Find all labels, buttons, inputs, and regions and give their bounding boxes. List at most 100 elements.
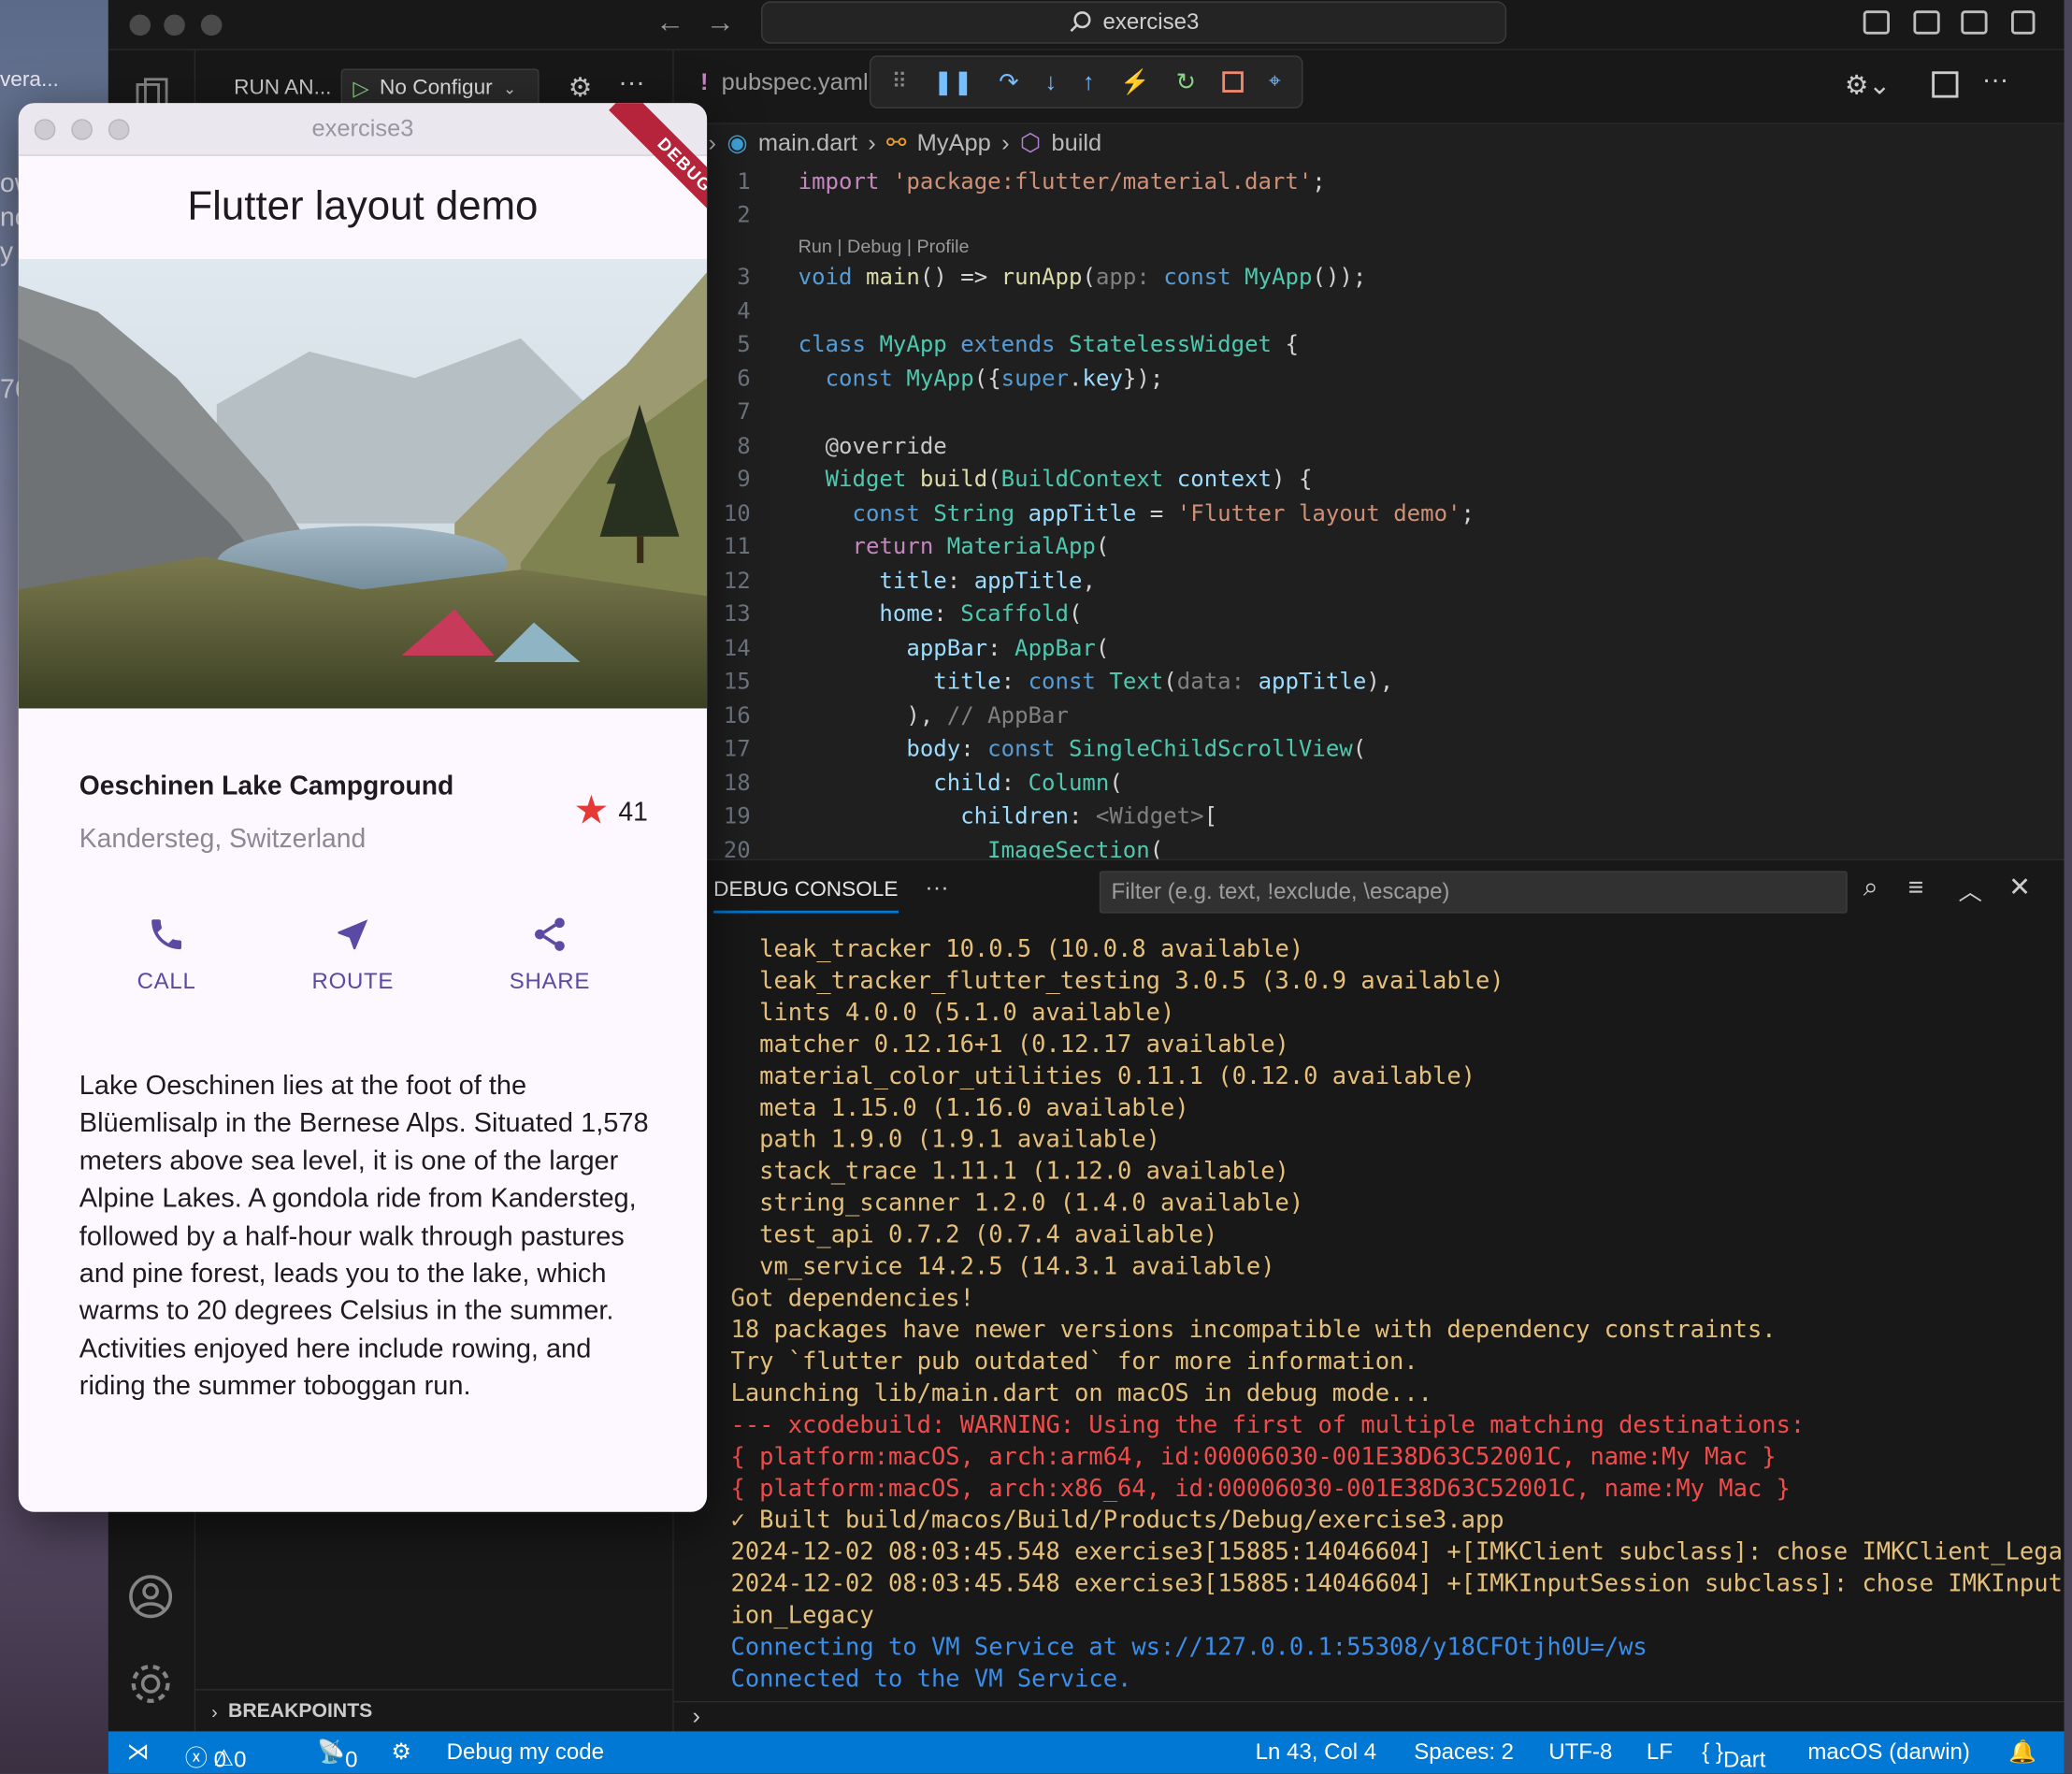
gear-icon[interactable]: ⚙	[568, 71, 592, 104]
zoom-window-button[interactable]	[200, 14, 223, 36]
codelens-actions[interactable]: Run | Debug | Profile	[799, 236, 970, 257]
launch-config-label: No Configur	[380, 76, 493, 99]
more-actions-icon[interactable]: ···	[1982, 66, 2008, 97]
debug-console-output[interactable]: leak_tracker 10.0.5 (10.0.8 available) l…	[674, 927, 2065, 1701]
restart-icon[interactable]: ↻	[1176, 68, 1196, 96]
more-actions-icon[interactable]: ···	[925, 873, 948, 901]
desktop-fragment: vera...	[0, 68, 59, 92]
step-out-icon[interactable]: ↑	[1083, 68, 1095, 96]
toggle-secondary-sidebar-icon[interactable]	[1961, 10, 1988, 35]
console-line: 2024-12-02 08:03:45.548 exercise3[15885:…	[730, 1569, 2065, 1598]
console-line: leak_tracker_flutter_testing 3.0.5 (3.0.…	[730, 967, 1504, 996]
panel-header: DEBUG CONSOLE ··· Filter (e.g. text, !ex…	[674, 860, 2065, 927]
toggle-primary-sidebar-icon[interactable]	[1863, 10, 1890, 35]
phone-icon	[151, 919, 181, 950]
breadcrumb: lib› ◉ main.dart› ⚯ MyApp› ⬡ build	[674, 124, 2065, 162]
inspect-widget-icon[interactable]: ⌖	[1269, 70, 1281, 94]
tab-pubspec[interactable]: ! pubspec.yaml	[700, 68, 869, 96]
eol-status[interactable]: LF	[1647, 1739, 1673, 1766]
tab-label: pubspec.yaml	[721, 68, 869, 95]
code-line: return MaterialApp(	[852, 533, 1110, 561]
app-zoom-button[interactable]	[108, 119, 130, 140]
console-line: meta 1.15.0 (1.16.0 available)	[730, 1094, 1189, 1122]
debug-icon: ⚙	[391, 1738, 411, 1765]
chevron-down-icon: ⌄	[503, 79, 517, 98]
close-window-button[interactable]	[129, 14, 151, 36]
debug-config-status[interactable]: Debug my code	[447, 1739, 604, 1766]
console-line: Connecting to VM Service at ws://127.0.0…	[730, 1633, 1648, 1662]
accounts-icon[interactable]	[127, 1573, 175, 1621]
device-status[interactable]: macOS (darwin)	[1807, 1739, 1970, 1766]
share-button[interactable]: SHARE	[470, 915, 629, 995]
debug-toolbar: ⠿ ❚❚ ↷ ↓ ↑ ⚡ ↻ ⌖	[869, 55, 1303, 108]
bell-icon[interactable]: 🔔	[2008, 1739, 2036, 1766]
problems-status[interactable]: ⓧ 0 ⚠ 0	[185, 1739, 247, 1772]
encoding-status[interactable]: UTF-8	[1548, 1739, 1612, 1766]
clear-console-icon[interactable]: ≡	[1908, 873, 1923, 904]
console-line: lints 4.0.0 (5.1.0 available)	[730, 999, 1175, 1028]
indentation-status[interactable]: Spaces: 2	[1414, 1739, 1514, 1766]
language-label: Dart	[1723, 1747, 1766, 1773]
tab-debug-console[interactable]: DEBUG CONSOLE	[713, 879, 899, 914]
console-line: { platform:macOS, arch:x86_64, id:000060…	[730, 1475, 1791, 1503]
yaml-icon: !	[700, 68, 709, 95]
language-status[interactable]: { } Dart	[1702, 1739, 1765, 1772]
console-line: path 1.9.0 (1.9.1 available)	[730, 1126, 1161, 1154]
stop-icon[interactable]	[1221, 71, 1244, 93]
console-filter-input[interactable]: Filter (e.g. text, !exclude, \escape)	[1099, 871, 1848, 914]
remote-icon[interactable]: ⋊	[127, 1739, 150, 1766]
settings-gear-icon[interactable]	[127, 1660, 175, 1708]
route-button[interactable]: ROUTE	[274, 915, 433, 995]
console-line: ion_Legacy	[730, 1601, 874, 1630]
near-me-icon	[338, 919, 368, 950]
console-line: matcher 0.12.16+1 (0.12.17 available)	[730, 1031, 1289, 1060]
run-debug-dropdown-icon[interactable]: ⚙⌄	[1845, 68, 1891, 101]
breadcrumb-class[interactable]: MyApp	[917, 129, 991, 157]
step-into-icon[interactable]: ↓	[1044, 68, 1057, 96]
app-close-button[interactable]	[34, 119, 56, 140]
forward-arrow-icon[interactable]: →	[706, 6, 735, 40]
method-icon: ⬡	[1019, 128, 1042, 156]
filter-icon[interactable]: ⌕	[1863, 873, 1878, 904]
cursor-position[interactable]: Ln 43, Col 4	[1256, 1739, 1377, 1766]
console-repl-input[interactable]: ›	[673, 1700, 2065, 1733]
customize-layout-icon[interactable]	[2010, 10, 2036, 35]
toggle-panel-icon[interactable]	[1913, 10, 1940, 35]
command-center-search[interactable]: exercise3	[761, 1, 1507, 44]
start-debugging-icon[interactable]: ▷	[353, 76, 368, 102]
drag-handle-icon[interactable]: ⠿	[892, 68, 908, 94]
breakpoints-title: BREAKPOINTS	[228, 1699, 373, 1723]
console-line: Launching lib/main.dart on macOS in debu…	[730, 1379, 1433, 1408]
code-line: home: Scaffold(	[879, 601, 1083, 628]
step-over-icon[interactable]: ↷	[999, 68, 1018, 96]
ports-status[interactable]: 📡 0	[317, 1739, 357, 1772]
console-line: leak_tracker 10.0.5 (10.0.8 available)	[730, 935, 1304, 964]
close-panel-icon[interactable]: ✕	[2008, 871, 2031, 903]
share-icon	[535, 917, 565, 951]
place-description: Lake Oeschinen lies at the foot of the B…	[79, 1070, 649, 1402]
breadcrumb-method[interactable]: build	[1051, 129, 1101, 157]
breadcrumb-file[interactable]: main.dart	[758, 129, 857, 157]
pause-icon[interactable]: ❚❚	[933, 68, 973, 96]
class-icon: ⚯	[885, 128, 907, 156]
star-icon[interactable]: ★	[573, 787, 609, 833]
split-editor-icon[interactable]	[1932, 71, 1959, 98]
route-label: ROUTE	[311, 968, 395, 994]
chevron-right-icon: ›	[692, 1702, 701, 1729]
call-button[interactable]: CALL	[87, 915, 246, 995]
code-editor[interactable]: 1 2 3 4 5 6 7 8 9 10 11 12 13 14 15 16 1…	[674, 161, 2065, 859]
landscape-image	[18, 259, 708, 709]
back-arrow-icon[interactable]: ←	[655, 6, 684, 40]
breakpoints-section-header[interactable]: › BREAKPOINTS	[195, 1689, 674, 1731]
share-label: SHARE	[509, 968, 591, 994]
minimize-window-button[interactable]	[164, 14, 185, 36]
code-line: @override	[825, 433, 947, 460]
maximize-panel-icon[interactable]: ︿	[1958, 873, 1981, 908]
more-actions-icon[interactable]: ···	[618, 68, 644, 99]
hot-reload-icon[interactable]: ⚡	[1120, 68, 1150, 96]
warning-count: 0	[234, 1747, 247, 1773]
console-line: test_api 0.7.2 (0.7.4 available)	[730, 1220, 1218, 1249]
console-line: stack_trace 1.11.1 (1.12.0 available)	[730, 1158, 1289, 1186]
app-minimize-button[interactable]	[71, 119, 93, 140]
code-line: appBar: AppBar(	[906, 635, 1110, 663]
